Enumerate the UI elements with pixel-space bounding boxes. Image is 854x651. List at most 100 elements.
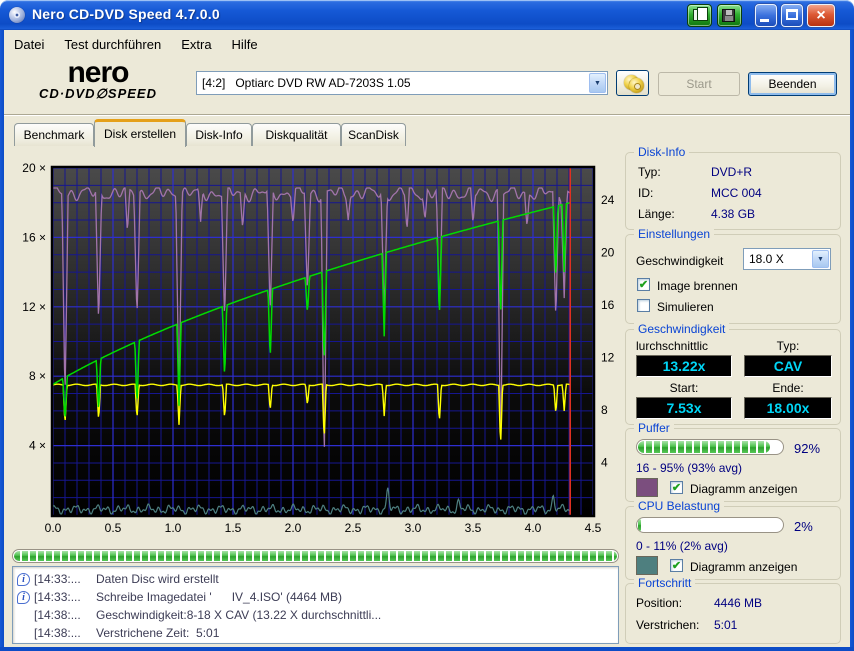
position-value: 4446 MB (714, 596, 762, 610)
x-axis-tick: 4.0 (525, 521, 542, 535)
elapsed-value: 5:01 (714, 618, 737, 632)
disk-type-value: DVD+R (711, 165, 752, 179)
progress-title: Fortschritt (634, 576, 695, 590)
buffer-diagramm-label: Diagramm anzeigen (690, 482, 797, 496)
right-axis-tick: 4 (601, 456, 608, 470)
disk-info-group: Disk-Info Typ: DVD+R ID: MCC 004 Länge: … (625, 152, 841, 230)
drive-selector-value: [4:2] Optiarc DVD RW AD-7203S 1.05 (197, 76, 588, 90)
x-axis-tick: 0.5 (105, 521, 122, 535)
info-icon: i (17, 573, 30, 586)
info-icon: i (17, 591, 30, 604)
log-text: Verstrichene Zeit: 5:01 (96, 626, 616, 640)
x-axis-tick: 2.5 (345, 521, 362, 535)
left-axis-tick: 8 × (29, 369, 46, 383)
cpu-color-swatch (636, 556, 658, 575)
right-axis-tick: 16 (601, 298, 615, 312)
window-border-right (850, 30, 854, 651)
right-axis-tick: 20 (601, 246, 615, 260)
minimize-button[interactable] (755, 4, 777, 27)
log-row: i [14:33:... Schreibe Imagedatei ' IV_4.… (15, 588, 616, 606)
status-log[interactable]: i [14:33:... Daten Disc wird erstellt i … (12, 566, 619, 644)
drive-selector[interactable]: [4:2] Optiarc DVD RW AD-7203S 1.05 ▼ (196, 71, 608, 95)
speed-selector-arrow[interactable]: ▼ (812, 250, 829, 268)
nero-logo: nero CD·DVD∅SPEED (14, 60, 182, 102)
cpu-percent: 2% (794, 519, 813, 534)
tab-disk-info[interactable]: Disk-Info (186, 123, 252, 146)
settings-title: Einstellungen (634, 227, 714, 241)
right-axis-tick: 12 (601, 351, 615, 365)
buffer-range: 16 - 95% (93% avg) (636, 461, 742, 475)
log-time: [14:38:... (34, 626, 96, 640)
x-axis-tick: 2.0 (285, 521, 302, 535)
menu-extra[interactable]: Extra (171, 35, 221, 54)
log-text: Schreibe Imagedatei ' IV_4.ISO' (4464 MB… (96, 590, 616, 604)
disk-id-value: MCC 004 (711, 186, 762, 200)
avg-speed-label: lurchschnittlic (636, 339, 708, 353)
log-row: i [14:38:... Verstrichene Zeit: 5:01 (15, 624, 616, 642)
disc-icon-2 (629, 78, 644, 93)
close-icon: × (808, 5, 834, 26)
speed-selector[interactable]: 18.0 X ▼ (743, 248, 831, 270)
speed-stats-group: Geschwindigkeit lurchschnittlic Typ: 13.… (625, 329, 841, 425)
cpu-range: 0 - 11% (2% avg) (636, 539, 728, 553)
speed-stats-title: Geschwindigkeit (634, 322, 729, 336)
image-brennen-checkbox[interactable]: ✔ (637, 278, 650, 291)
avg-speed-display: 13.22x (636, 355, 732, 377)
simulieren-checkbox[interactable] (637, 299, 650, 312)
save-icon (722, 9, 735, 22)
maximize-icon (786, 9, 798, 20)
log-text: Daten Disc wird erstellt (96, 572, 616, 586)
disk-info-title: Disk-Info (634, 145, 689, 159)
x-axis-tick: 0.0 (45, 521, 62, 535)
toolbar-divider (4, 114, 850, 116)
menu-hilfe[interactable]: Hilfe (222, 35, 268, 54)
maximize-button[interactable] (781, 4, 803, 27)
start-button[interactable]: Start (658, 72, 740, 96)
progress-group: Fortschritt Position: 4446 MB Verstriche… (625, 583, 841, 644)
copy-icon (693, 9, 702, 21)
tab-scandisk[interactable]: ScanDisk (341, 123, 406, 146)
right-axis-tick: 24 (601, 193, 615, 207)
tab-diskqualitaet[interactable]: Diskqualität (252, 123, 341, 146)
speed-type-display: CAV (744, 355, 832, 377)
left-axis-tick: 4 × (29, 439, 46, 453)
cpu-group: CPU Belastung 2% 0 - 11% (2% avg) ✔ Diag… (625, 506, 841, 580)
log-time: [14:38:... (34, 608, 96, 622)
menu-test-durchfuehren[interactable]: Test durchführen (54, 35, 171, 54)
image-brennen-label: Image brennen (657, 279, 738, 293)
window-border-left (0, 30, 4, 651)
title-bar: Nero CD-DVD Speed 4.7.0.0 × (0, 0, 854, 30)
nero-logo-text: nero (14, 60, 182, 86)
drive-selector-arrow[interactable]: ▼ (589, 73, 606, 93)
copy-graph-button[interactable] (687, 4, 712, 27)
chart-area: 20 ×16 ×12 ×8 ×4 ×24201612840.00.51.01.5… (10, 156, 622, 546)
buffer-group: Puffer 92% 16 - 95% (93% avg) ✔ Diagramm… (625, 428, 841, 502)
log-time: [14:33:... (34, 590, 96, 604)
buffer-diagramm-checkbox[interactable]: ✔ (670, 481, 683, 494)
left-axis-tick: 16 × (22, 230, 46, 244)
beenden-button[interactable]: Beenden (748, 72, 837, 96)
disk-id-label: ID: (638, 186, 653, 200)
cpu-diagramm-checkbox[interactable]: ✔ (670, 559, 683, 572)
window-title: Nero CD-DVD Speed 4.7.0.0 (32, 6, 220, 22)
close-button[interactable]: × (807, 4, 835, 27)
menu-datei[interactable]: Datei (4, 35, 54, 54)
cpu-diagramm-label: Diagramm anzeigen (690, 560, 797, 574)
tab-disk-erstellen[interactable]: Disk erstellen (94, 119, 186, 147)
disk-type-label: Typ: (638, 165, 661, 179)
log-row: i [14:33:... Daten Disc wird erstellt (15, 570, 616, 588)
save-graph-button[interactable] (717, 4, 742, 27)
eject-disc-button[interactable] (616, 70, 649, 96)
total-progress-fill (14, 551, 617, 561)
tab-benchmark[interactable]: Benchmark (14, 123, 94, 146)
disk-length-value: 4.38 GB (711, 207, 755, 221)
cpu-progress-bar (636, 517, 784, 533)
x-axis-tick: 3.5 (465, 521, 482, 535)
cpu-title: CPU Belastung (634, 499, 724, 513)
window-border-bottom (0, 647, 854, 651)
buffer-percent: 92% (794, 441, 820, 456)
end-speed-label: Ende: (744, 381, 832, 395)
app-cd-icon (9, 7, 25, 23)
speed-selector-value: 18.0 X (744, 252, 811, 266)
x-axis-tick: 1.0 (165, 521, 182, 535)
